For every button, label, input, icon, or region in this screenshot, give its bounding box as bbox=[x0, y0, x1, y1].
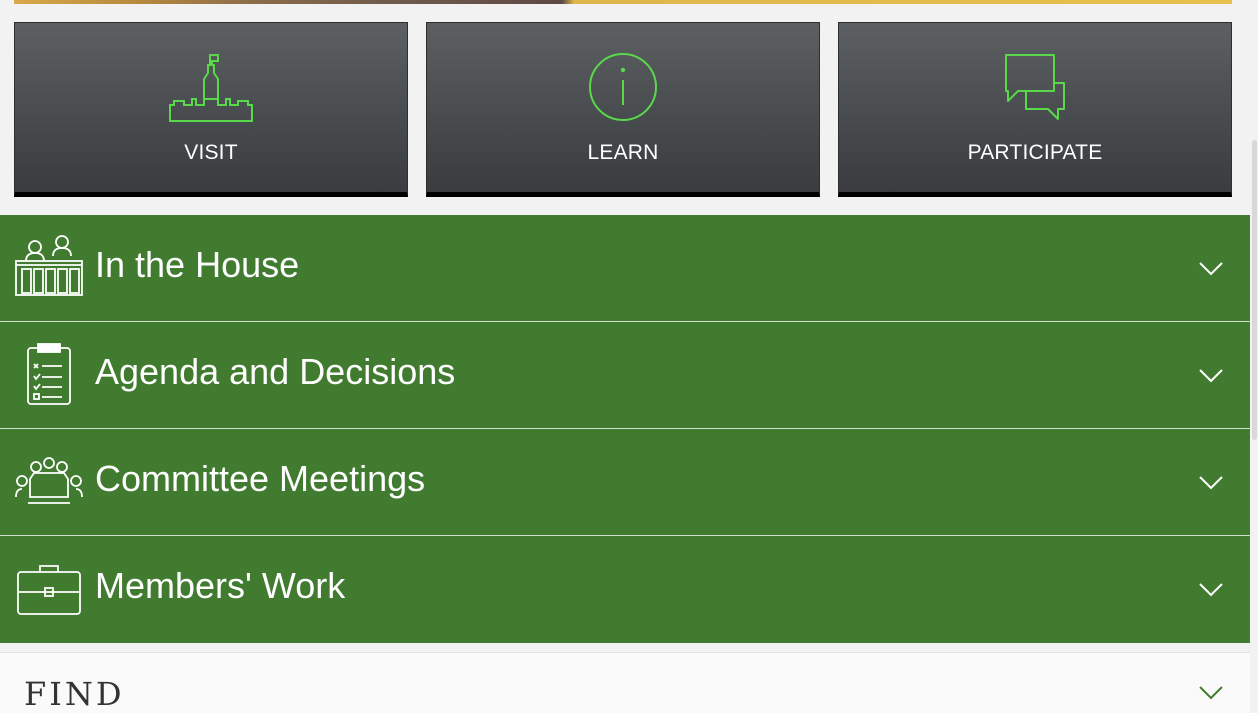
chevron-down-icon bbox=[1199, 686, 1223, 700]
parliament-building-icon bbox=[169, 54, 253, 122]
scrollbar[interactable] bbox=[1250, 0, 1258, 713]
accordion-in-the-house[interactable]: In the House bbox=[0, 215, 1250, 322]
accordion-agenda-and-decisions[interactable]: Agenda and Decisions bbox=[0, 322, 1250, 429]
chevron-down-icon bbox=[1199, 476, 1223, 490]
page: VISIT LEARN PARTICIPATE In the House Age… bbox=[0, 0, 1258, 713]
hero-image-strip bbox=[14, 0, 1232, 4]
house-chamber-icon bbox=[15, 235, 83, 296]
info-icon bbox=[589, 53, 657, 121]
accordion-label: Agenda and Decisions bbox=[95, 351, 456, 392]
visit-tile[interactable]: VISIT bbox=[14, 22, 408, 197]
briefcase-icon bbox=[17, 565, 81, 615]
chat-bubbles-icon bbox=[1005, 54, 1065, 120]
clipboard-checklist-icon bbox=[27, 343, 71, 405]
quick-links: VISIT LEARN PARTICIPATE bbox=[14, 22, 1232, 197]
accordion-members-work[interactable]: Members' Work bbox=[0, 536, 1250, 643]
participate-label: PARTICIPATE bbox=[967, 141, 1103, 164]
find-section[interactable]: FIND bbox=[0, 652, 1251, 713]
accordion-label: In the House bbox=[95, 244, 300, 285]
participate-tile[interactable]: PARTICIPATE bbox=[838, 22, 1232, 197]
learn-tile[interactable]: LEARN bbox=[426, 22, 820, 197]
chevron-down-icon bbox=[1199, 583, 1223, 597]
meeting-table-icon bbox=[15, 457, 83, 504]
accordion-label: Committee Meetings bbox=[95, 458, 426, 499]
visit-label: VISIT bbox=[184, 141, 238, 164]
accordion-label: Members' Work bbox=[95, 565, 346, 606]
chevron-down-icon bbox=[1199, 262, 1223, 276]
scrollbar-thumb[interactable] bbox=[1252, 140, 1257, 440]
section-accordion: In the House Agenda and Decisions Commit… bbox=[0, 215, 1250, 643]
learn-label: LEARN bbox=[587, 141, 659, 164]
find-label: FIND bbox=[24, 675, 125, 713]
chevron-down-icon bbox=[1199, 369, 1223, 383]
accordion-committee-meetings[interactable]: Committee Meetings bbox=[0, 429, 1250, 536]
